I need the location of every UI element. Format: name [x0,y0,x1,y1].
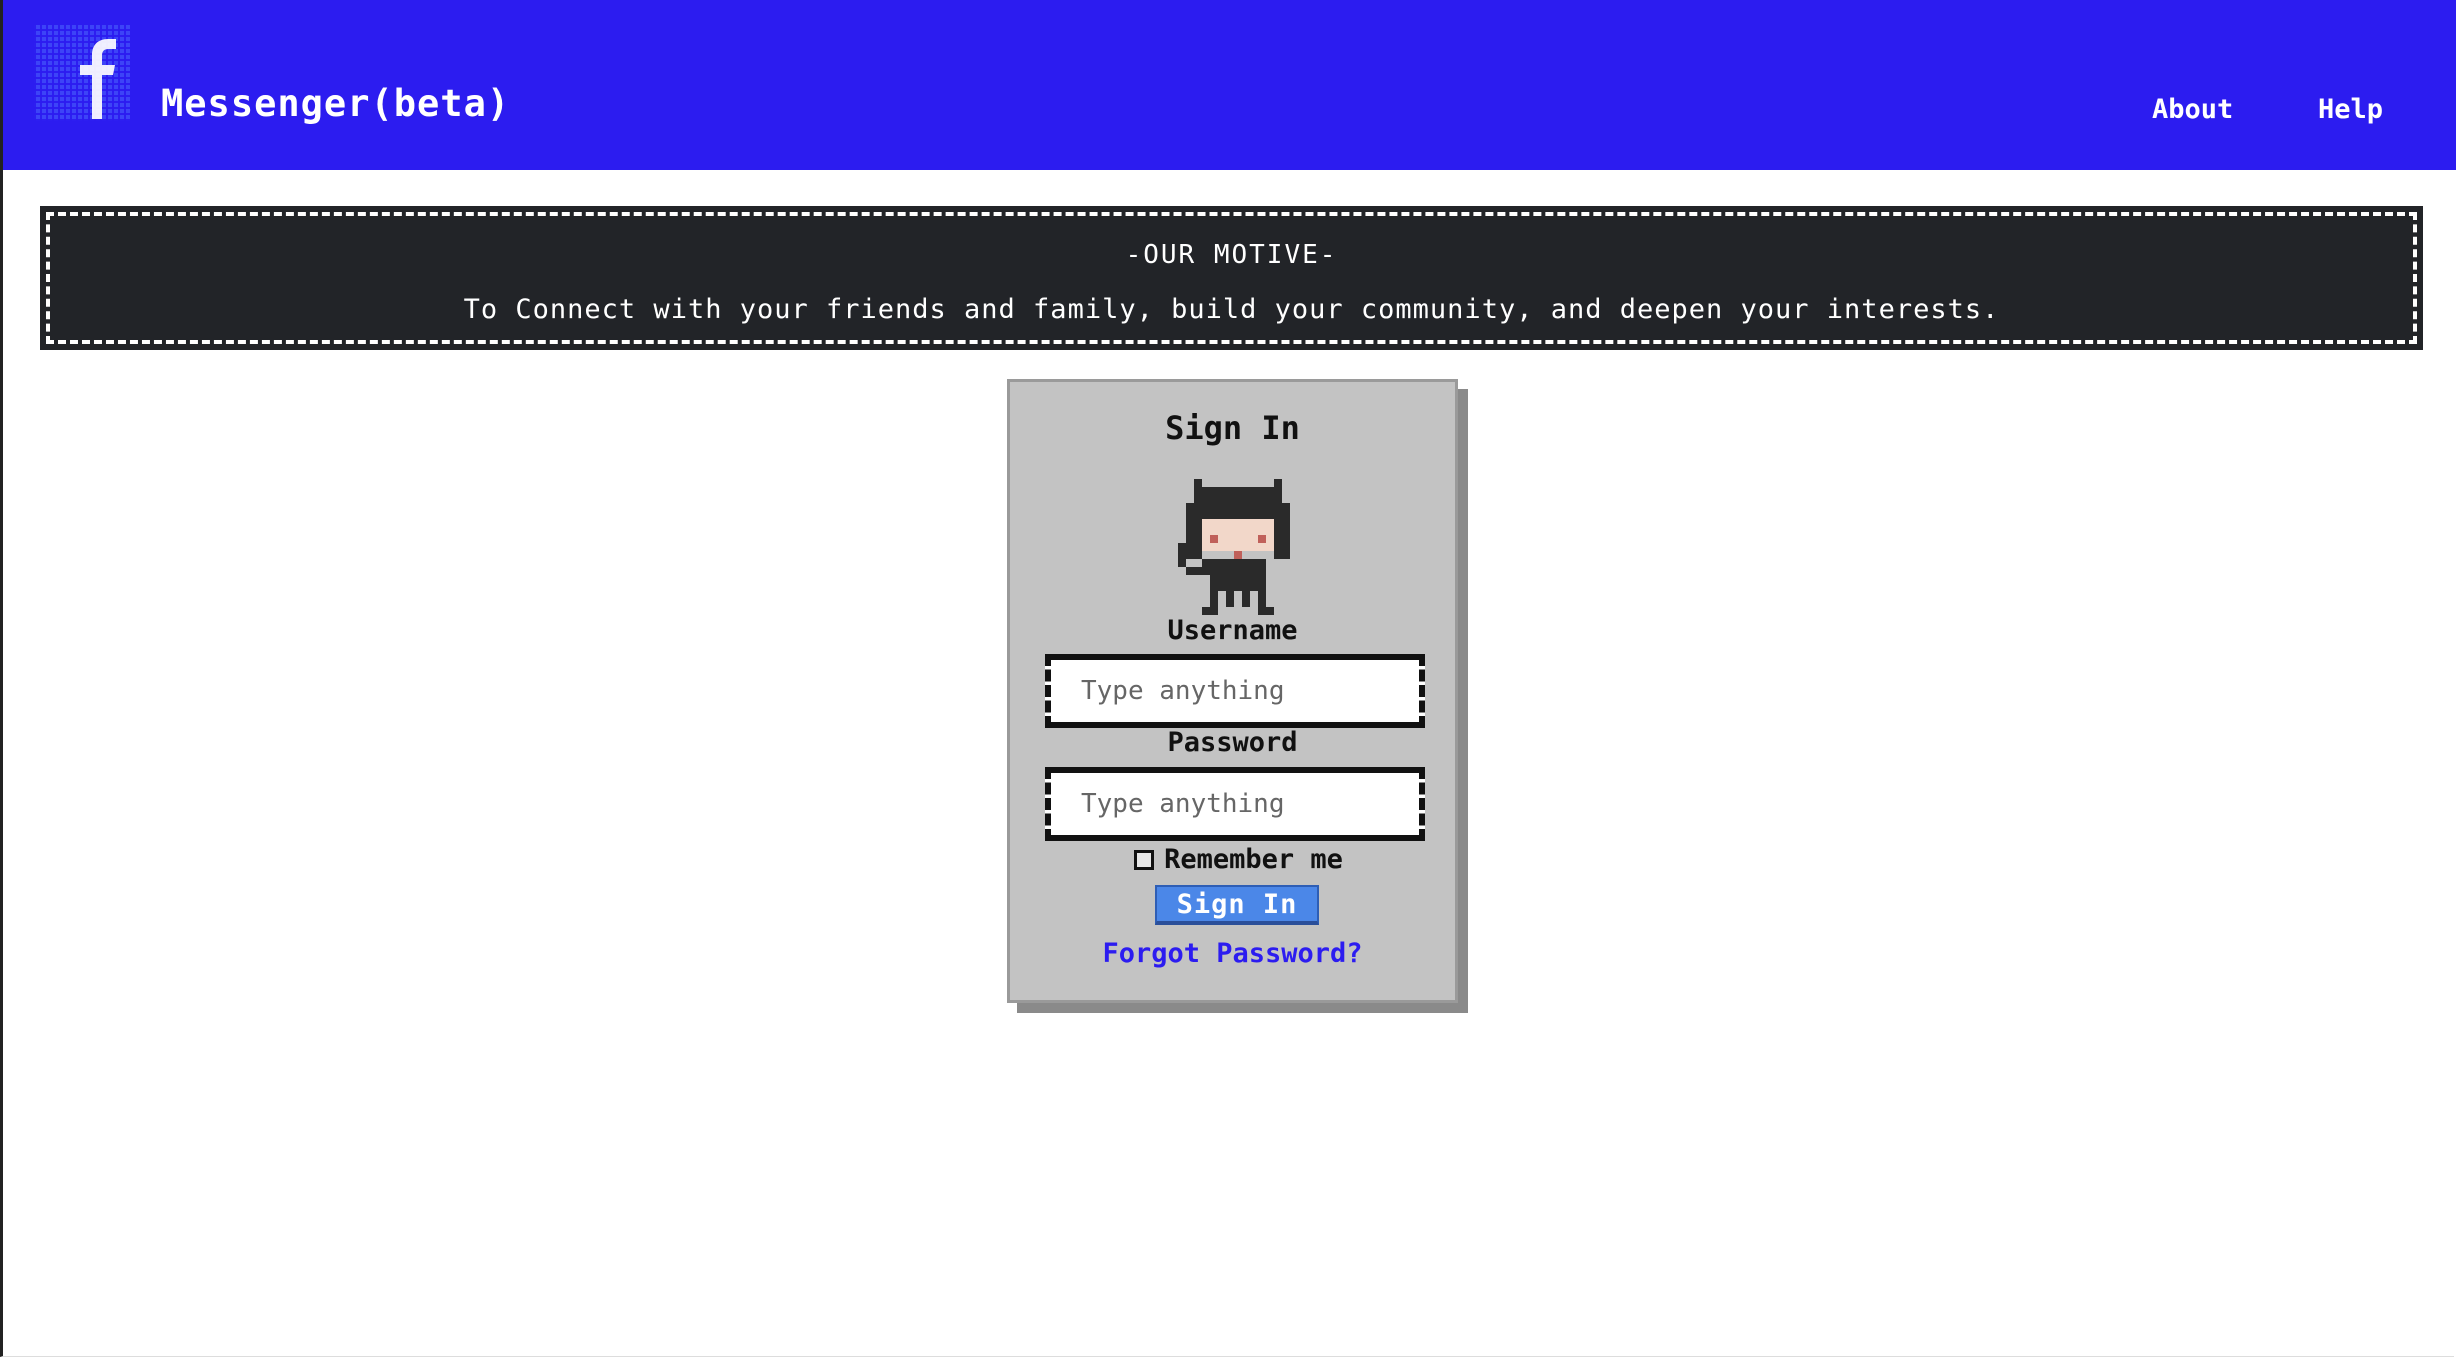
pixel-avatar-icon [1178,479,1290,615]
app-title: Messenger(beta) [161,82,511,125]
motive-banner: -OUR MOTIVE- To Connect with your friend… [40,206,2423,350]
top-navbar: Messenger(beta) About Help [3,0,2456,170]
username-input[interactable] [1045,654,1425,728]
sign-in-button[interactable]: Sign In [1155,885,1319,925]
password-input[interactable] [1045,767,1425,841]
remember-me-checkbox[interactable] [1134,850,1155,870]
signin-card: Sign In Username Type anything Password … [1007,379,1458,1003]
motive-banner-frame: -OUR MOTIVE- To Connect with your friend… [46,212,2417,344]
facebook-f-icon[interactable] [34,25,130,121]
signin-title: Sign In [1165,409,1300,447]
nav-about-link[interactable]: About [2152,93,2233,127]
username-label: Username [1167,615,1298,646]
forgot-password-link[interactable]: Forgot Password? [1010,937,1455,971]
remember-me-label[interactable]: Remember me [1164,844,1343,876]
page: Messenger(beta) About Help -OUR MOTIVE- … [0,0,2456,1357]
nav-help-link[interactable]: Help [2318,93,2383,127]
remember-me-row: Remember me [1010,843,1455,877]
motive-text: To Connect with your friends and family,… [463,294,2000,325]
password-label: Password [1167,727,1298,758]
motive-title: -OUR MOTIVE- [1125,240,1338,270]
